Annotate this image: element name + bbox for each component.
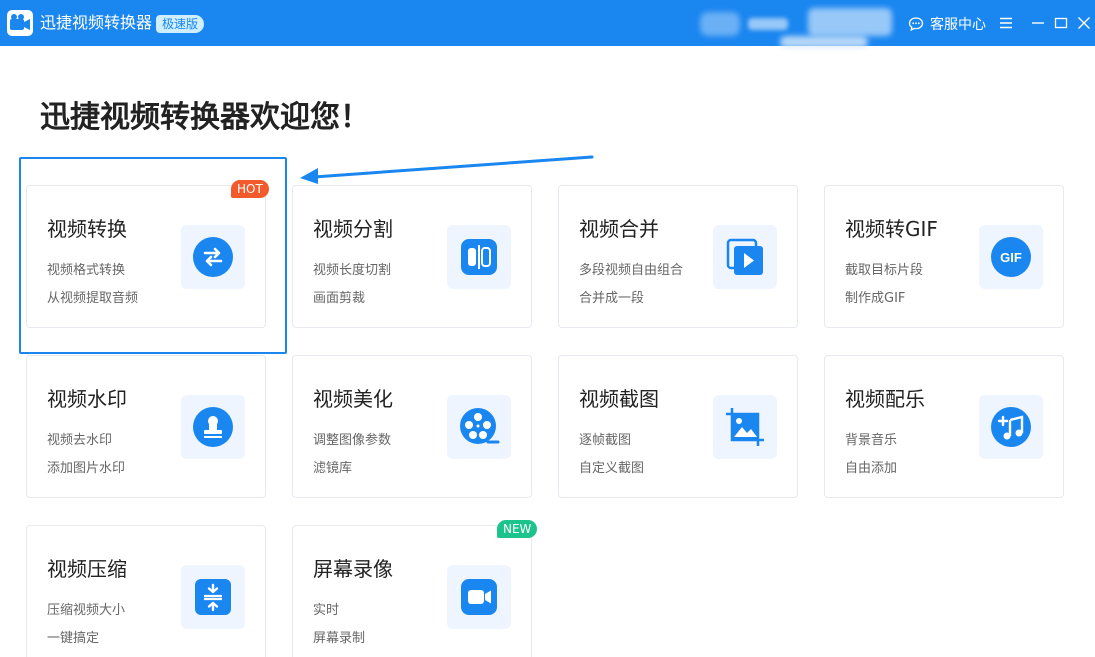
customer-service-label: 客服中心 — [930, 17, 986, 33]
card-subtitle: 截取目标片段 — [845, 263, 924, 278]
chat-bubble-icon — [908, 17, 924, 32]
card-subtitle: 调整图像参数 — [313, 433, 392, 448]
card-subtitle: 一键搞定 — [47, 631, 100, 646]
card-subtitle: 画面剪裁 — [313, 291, 366, 306]
card-subtitle: 制作成GIF — [845, 291, 906, 306]
title-bar: 迅捷视频转换器 极速版 客服中心 — [0, 0, 1095, 48]
card-subtitle: 自由添加 — [845, 461, 898, 476]
card-video-split[interactable]: 视频分割 视频长度切割 画面剪裁 — [292, 185, 532, 328]
merge-play-icon — [713, 225, 777, 289]
app-logo — [7, 10, 33, 36]
card-subtitle: 滤镜库 — [313, 461, 353, 476]
card-title: 视频截图 — [579, 387, 659, 411]
camera-record-icon — [447, 565, 511, 629]
card-video-gif[interactable]: 视频转GIF 截取目标片段 制作成GIF GIF — [824, 185, 1064, 328]
card-subtitle: 屏幕录制 — [313, 631, 366, 646]
app-title: 迅捷视频转换器 — [40, 13, 153, 32]
card-subtitle: 视频去水印 — [47, 433, 113, 448]
close-icon — [1078, 17, 1090, 29]
minimize-icon — [1032, 22, 1044, 24]
card-title: 视频转GIF — [845, 217, 938, 241]
card-subtitle: 视频长度切割 — [313, 263, 392, 278]
card-video-merge[interactable]: 视频合并 多段视频自由组合 合并成一段 — [558, 185, 798, 328]
card-subtitle: 背景音乐 — [845, 433, 898, 448]
card-subtitle: 实时 — [313, 603, 340, 618]
card-title: 屏幕录像 — [313, 557, 393, 581]
music-add-icon — [979, 395, 1043, 459]
card-subtitle: 逐帧截图 — [579, 433, 632, 448]
gif-icon-text: GIF — [1000, 250, 1022, 265]
stamp-icon — [181, 395, 245, 459]
maximize-icon — [1054, 17, 1068, 29]
card-subtitle: 合并成一段 — [579, 291, 645, 306]
card-title: 视频水印 — [47, 387, 127, 411]
customer-service-button[interactable]: 客服中心 — [908, 14, 986, 34]
card-subtitle: 多段视频自由组合 — [579, 263, 684, 278]
compress-icon — [181, 565, 245, 629]
card-subtitle: 压缩视频大小 — [47, 603, 126, 618]
avatar[interactable] — [700, 12, 740, 36]
welcome-heading: 迅捷视频转换器欢迎您！ — [40, 100, 370, 135]
edition-badge: 极速版 — [156, 15, 205, 33]
card-title: 视频合并 — [579, 217, 659, 241]
annotation-arrow — [300, 155, 594, 184]
card-video-compress[interactable]: 视频压缩 压缩视频大小 一键搞定 — [26, 525, 266, 657]
account-name — [748, 18, 788, 30]
film-reel-icon — [447, 395, 511, 459]
card-title: 视频压缩 — [47, 557, 127, 581]
close-button[interactable] — [1074, 13, 1094, 33]
card-title: 视频分割 — [313, 217, 393, 241]
account-detail — [780, 36, 868, 48]
card-screen-record[interactable]: 屏幕录像 实时 屏幕录制 — [292, 525, 532, 657]
gif-icon: GIF — [979, 225, 1043, 289]
card-title: 视频配乐 — [845, 387, 925, 411]
menu-icon — [1000, 17, 1012, 29]
split-icon — [447, 225, 511, 289]
minimize-button[interactable] — [1028, 13, 1048, 33]
screenshot-image-icon — [713, 395, 777, 459]
card-video-watermark[interactable]: 视频水印 视频去水印 添加图片水印 — [26, 355, 266, 498]
highlight-frame — [19, 157, 287, 354]
card-video-screenshot[interactable]: 视频截图 逐帧截图 自定义截图 — [558, 355, 798, 498]
card-video-beautify[interactable]: 视频美化 调整图像参数 滤镜库 — [292, 355, 532, 498]
maximize-button[interactable] — [1051, 13, 1071, 33]
new-badge: NEW — [497, 520, 538, 538]
card-title: 视频美化 — [313, 387, 393, 411]
card-subtitle: 自定义截图 — [579, 461, 645, 476]
menu-button[interactable] — [996, 13, 1016, 33]
card-subtitle: 添加图片水印 — [47, 461, 126, 476]
account-info — [808, 8, 892, 36]
card-video-music[interactable]: 视频配乐 背景音乐 自由添加 — [824, 355, 1064, 498]
account-area[interactable] — [700, 6, 900, 48]
